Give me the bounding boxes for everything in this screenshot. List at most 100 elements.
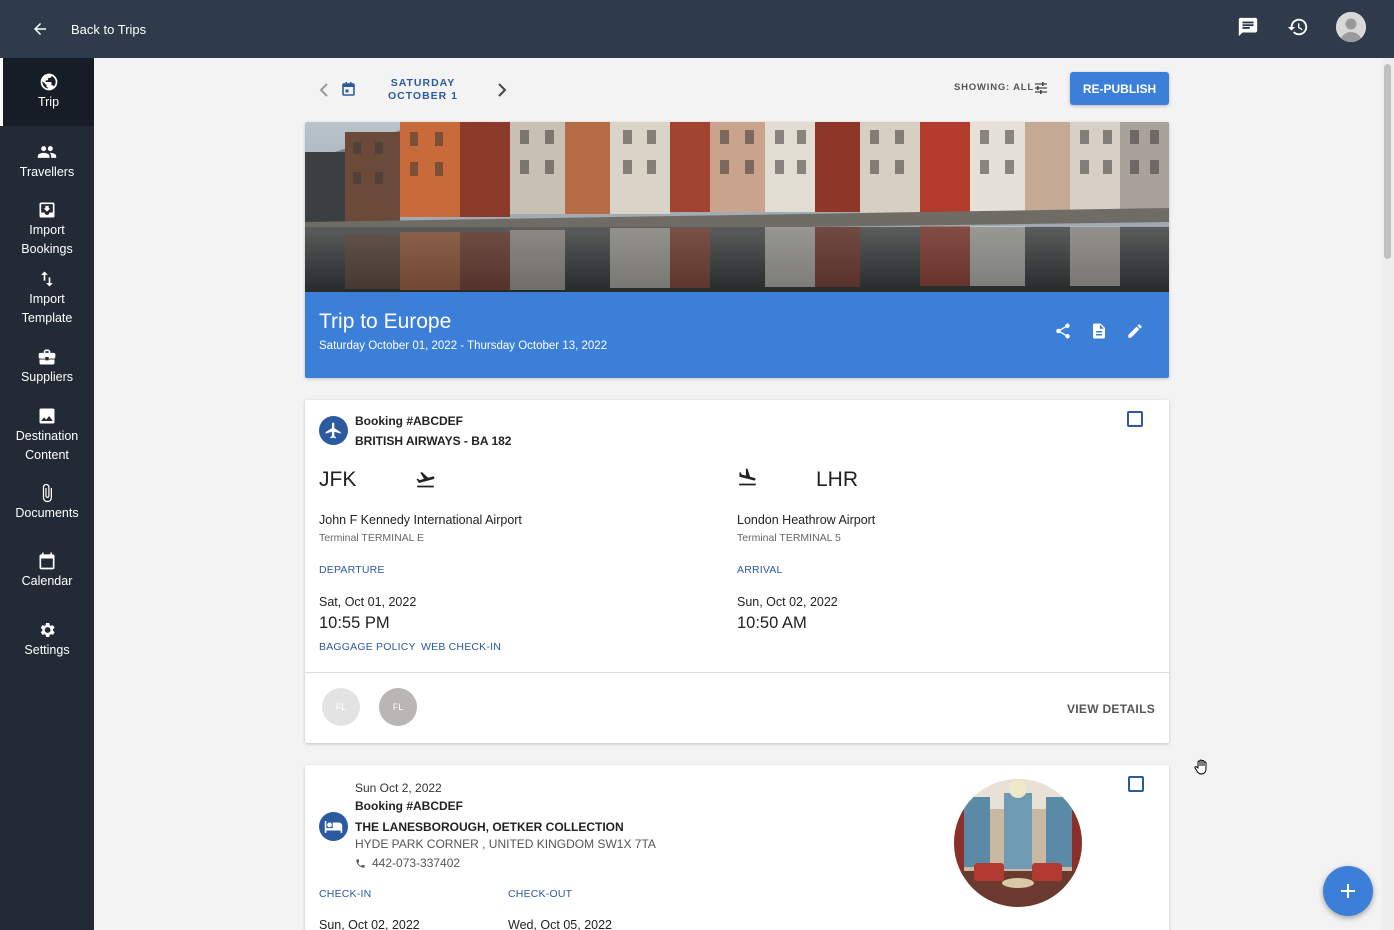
sidebar-item-calendar[interactable]: Calendar <box>0 551 94 591</box>
flight-booking-card: Booking #ABCDEF BRITISH AIRWAYS - BA 182… <box>305 400 1169 743</box>
bed-icon <box>324 820 343 833</box>
sidebar-item-suppliers[interactable]: Suppliers <box>0 347 94 387</box>
history-icon[interactable] <box>1286 15 1310 39</box>
tune-icon[interactable] <box>1034 81 1048 95</box>
sidebar-item-label: Settings <box>24 643 70 657</box>
hotel-photo <box>954 779 1082 907</box>
import-icon <box>39 202 55 218</box>
hotel-phone-number: 442-073-337402 <box>372 856 461 870</box>
view-details-button[interactable]: VIEW DETAILS <box>1067 702 1155 716</box>
sidebar-item-import-bookings[interactable]: Import Bookings <box>0 200 94 259</box>
checkout-label: CHECK-OUT <box>508 888 573 900</box>
sidebar-item-label: Import Template <box>21 292 73 325</box>
calendar-icon <box>39 552 55 570</box>
airplane-icon <box>325 422 341 439</box>
document-icon[interactable] <box>1090 322 1108 340</box>
trip-actions <box>1054 322 1144 340</box>
gear-icon <box>40 623 55 637</box>
sidebar-item-settings[interactable]: Settings <box>0 620 94 660</box>
traveller-avatar[interactable]: FL <box>322 688 360 726</box>
trip-header-card: Trip to Europe Saturday October 01, 2022… <box>305 122 1169 378</box>
sidebar-item-label: Travellers <box>19 165 75 179</box>
origin-code: JFK <box>319 468 357 491</box>
republish-button[interactable]: RE-PUBLISH <box>1070 72 1169 105</box>
sidebar-item-documents[interactable]: Documents <box>0 483 94 523</box>
flight-carrier: BRITISH AIRWAYS - BA 182 <box>355 434 512 448</box>
hotel-badge <box>319 812 348 841</box>
swap-vertical-icon <box>41 271 53 287</box>
landing-icon <box>739 468 756 486</box>
arrival-time: 10:50 AM <box>737 614 807 632</box>
image-icon <box>39 408 55 424</box>
checkout-date: Wed, Oct 05, 2022 <box>508 918 612 930</box>
plus-icon <box>1341 884 1355 898</box>
current-day-label: SATURDAY <box>390 77 456 89</box>
sidebar: Trip Travellers Import Bookings Import T… <box>0 58 94 930</box>
trip-date-range: Saturday October 01, 2022 - Thursday Oct… <box>319 340 608 352</box>
sidebar-item-travellers[interactable]: Travellers <box>0 142 94 182</box>
hotel-select-checkbox[interactable] <box>1128 776 1144 792</box>
current-date-label: OCTOBER 1 <box>387 90 459 102</box>
hotel-date: Sun Oct 2, 2022 <box>355 781 442 795</box>
checkin-label: CHECK-IN <box>319 888 372 900</box>
share-icon[interactable] <box>1054 322 1072 340</box>
hotel-name: THE LANESBOROUGH, OETKER COLLECTION <box>355 820 624 834</box>
takeoff-icon <box>416 472 435 488</box>
hotel-phone: 442-073-337402 <box>355 856 460 870</box>
card-divider <box>305 672 1169 673</box>
globe-icon <box>40 73 57 91</box>
flight-badge <box>319 416 348 445</box>
web-checkin-link[interactable]: WEB CHECK-IN <box>421 641 501 653</box>
destination-terminal: Terminal TERMINAL 5 <box>737 532 841 544</box>
baggage-policy-link[interactable]: BAGGAGE POLICY <box>319 641 416 653</box>
top-bar: Back to Trips <box>0 0 1394 58</box>
current-date[interactable]: SATURDAY OCTOBER 1 <box>365 77 481 103</box>
sidebar-item-import-template[interactable]: Import Template <box>0 269 94 328</box>
sidebar-item-trip[interactable]: Trip <box>0 58 94 126</box>
destination-airport: London Heathrow Airport <box>737 513 876 527</box>
scrollbar[interactable] <box>1382 58 1394 930</box>
add-booking-button[interactable] <box>1323 866 1373 916</box>
edit-icon[interactable] <box>1126 322 1144 340</box>
phone-icon <box>356 858 365 868</box>
sidebar-item-destination-content[interactable]: Destination Content <box>0 406 94 465</box>
trip-title: Trip to Europe <box>319 310 452 333</box>
date-toolbar: SATURDAY OCTOBER 1 SHOWING: ALL RE-PUBLI… <box>305 72 1169 108</box>
origin-airport: John F Kennedy International Airport <box>319 513 522 527</box>
avatar[interactable] <box>1336 12 1366 42</box>
briefcase-icon <box>38 349 56 365</box>
sidebar-item-label: Import Bookings <box>21 223 73 256</box>
departure-time: 10:55 PM <box>319 614 390 632</box>
chat-icon[interactable] <box>1236 15 1260 39</box>
arrival-label: ARRIVAL <box>737 564 783 576</box>
hand-cursor-icon <box>1194 759 1207 775</box>
trip-cover-photo <box>305 122 1169 292</box>
checkin-date: Sun, Oct 02, 2022 <box>319 918 420 930</box>
showing-filter-label[interactable]: SHOWING: ALL <box>954 82 1034 93</box>
arrival-date: Sun, Oct 02, 2022 <box>737 595 838 609</box>
scrollbar-thumb[interactable] <box>1384 64 1391 259</box>
departure-label: DEPARTURE <box>319 564 385 576</box>
flight-booking-number: Booking #ABCDEF <box>355 414 463 428</box>
trip-title-band: Trip to Europe Saturday October 01, 2022… <box>305 292 1169 378</box>
departure-date: Sat, Oct 01, 2022 <box>319 595 417 609</box>
chevron-right-icon[interactable] <box>495 81 509 99</box>
sidebar-item-label: Calendar <box>21 574 73 588</box>
hotel-booking-number: Booking #ABCDEF <box>355 799 463 813</box>
sidebar-item-label: Suppliers <box>20 370 74 384</box>
sidebar-item-label: Trip <box>37 95 60 109</box>
arrow-left-icon[interactable] <box>31 20 49 38</box>
traveller-avatar[interactable]: FL <box>379 688 417 726</box>
flight-select-checkbox[interactable] <box>1127 411 1143 427</box>
chevron-left-icon[interactable] <box>317 81 331 99</box>
sidebar-item-label: Destination Content <box>15 429 79 462</box>
origin-terminal: Terminal TERMINAL E <box>319 532 425 544</box>
hotel-booking-card: Sun Oct 2, 2022 Booking #ABCDEF THE LANE… <box>305 765 1169 930</box>
back-to-trips-link[interactable]: Back to Trips <box>71 22 146 37</box>
paperclip-icon <box>42 483 52 503</box>
hotel-address: HYDE PARK CORNER , UNITED KINGDOM SW1X 7… <box>355 837 656 851</box>
sidebar-item-label: Documents <box>15 506 79 520</box>
destination-code: LHR <box>816 468 859 491</box>
header-actions <box>1236 12 1366 42</box>
calendar-icon[interactable] <box>342 82 355 96</box>
